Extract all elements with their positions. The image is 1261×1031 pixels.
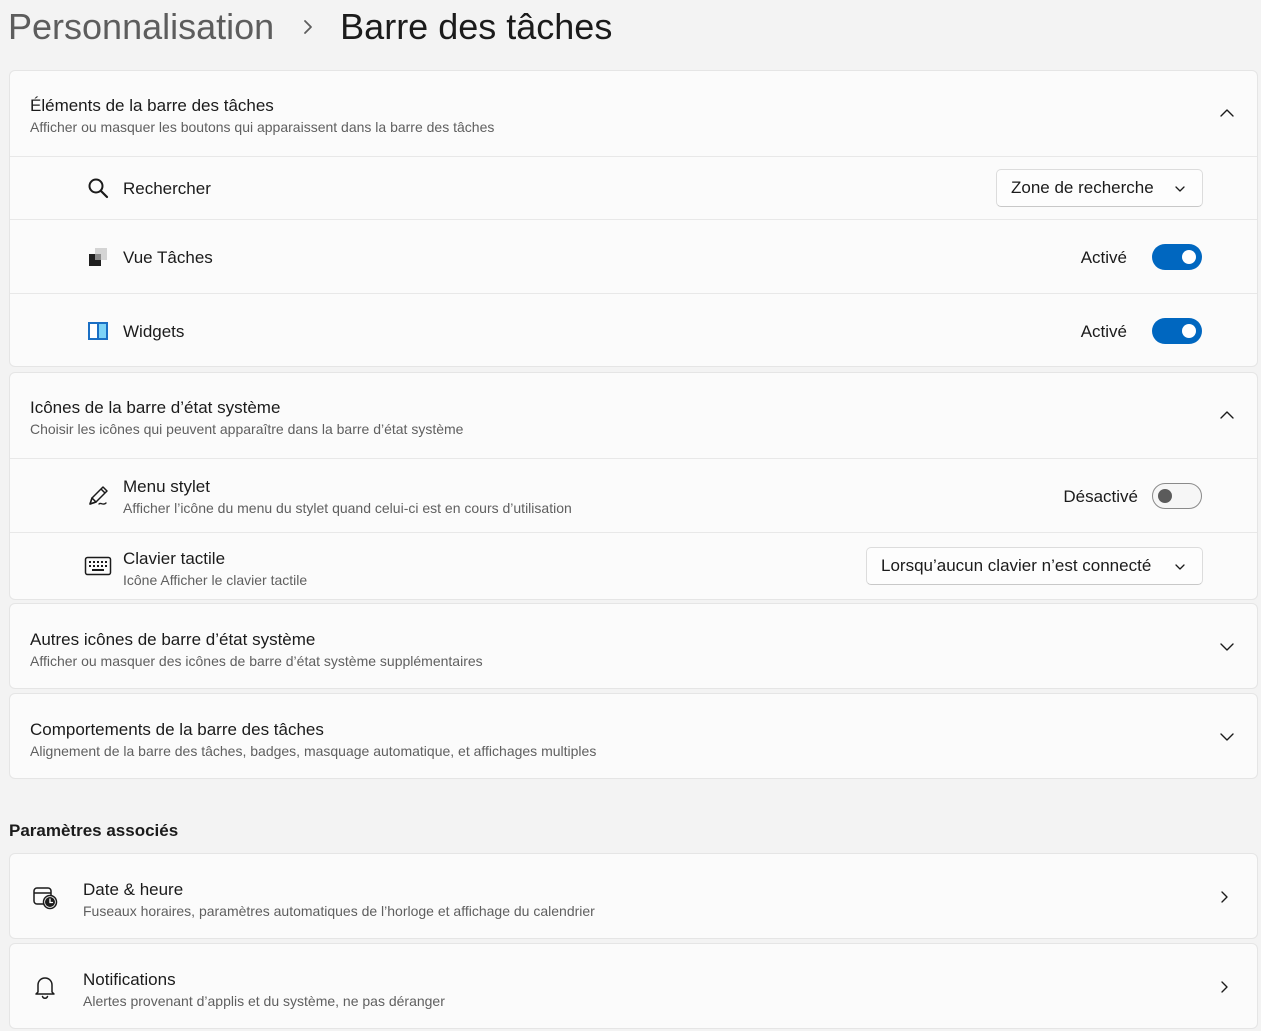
touch-keyboard-row: Clavier tactile Icône Afficher le clavie… bbox=[10, 532, 1257, 599]
other-tray-icons-card[interactable]: Autres icônes de barre d’état système Af… bbox=[9, 603, 1258, 689]
tray-icons-header[interactable]: Icônes de la barre d’état système Choisi… bbox=[10, 373, 1257, 458]
search-row: Rechercher Zone de recherche bbox=[10, 156, 1257, 220]
search-mode-dropdown[interactable]: Zone de recherche bbox=[996, 169, 1203, 207]
pen-menu-row: Menu stylet Afficher l’icône du menu du … bbox=[10, 458, 1257, 533]
related-settings-heading: Paramètres associés bbox=[9, 821, 179, 840]
date-time-subtitle: Fuseaux horaires, paramètres automatique… bbox=[83, 903, 595, 919]
pen-menu-toggle[interactable] bbox=[1152, 483, 1202, 509]
chevron-down-icon bbox=[1174, 561, 1186, 573]
taskbar-behaviors-title: Comportements de la barre des tâches bbox=[30, 720, 324, 739]
date-time-link[interactable]: Date & heure Fuseaux horaires, paramètre… bbox=[9, 853, 1258, 939]
page-title: Barre des tâches bbox=[340, 6, 613, 47]
chevron-down-icon[interactable] bbox=[1219, 729, 1235, 745]
widgets-icon bbox=[86, 319, 110, 343]
taskbar-items-card: Éléments de la barre des tâches Afficher… bbox=[9, 70, 1258, 367]
chevron-right-icon bbox=[1217, 980, 1231, 994]
breadcrumb-parent[interactable]: Personnalisation bbox=[8, 6, 274, 48]
tray-icons-card: Icônes de la barre d’état système Choisi… bbox=[9, 372, 1258, 600]
chevron-right-icon bbox=[1217, 890, 1231, 904]
touch-keyboard-dropdown[interactable]: Lorsqu’aucun clavier n’est connecté bbox=[866, 547, 1203, 585]
pen-menu-label: Menu stylet bbox=[123, 477, 210, 496]
date-time-title: Date & heure bbox=[83, 880, 184, 899]
taskview-row: Vue Tâches Activé bbox=[10, 219, 1257, 294]
widgets-row: Widgets Activé bbox=[10, 293, 1257, 366]
notifications-subtitle: Alertes provenant d’applis et du système… bbox=[83, 993, 445, 1009]
taskbar-behaviors-card[interactable]: Comportements de la barre des tâches Ali… bbox=[9, 693, 1258, 779]
chevron-down-icon bbox=[1174, 183, 1186, 195]
chevron-up-icon[interactable] bbox=[1219, 105, 1235, 121]
tray-icons-subtitle: Choisir les icônes qui peuvent apparaîtr… bbox=[30, 421, 464, 437]
touch-keyboard-value: Lorsqu’aucun clavier n’est connecté bbox=[881, 556, 1152, 575]
taskbar-items-header[interactable]: Éléments de la barre des tâches Afficher… bbox=[10, 71, 1257, 156]
keyboard-icon bbox=[84, 554, 112, 578]
tray-icons-title: Icônes de la barre d’état système bbox=[30, 398, 281, 417]
breadcrumb: Personnalisation Barre des tâches bbox=[8, 4, 612, 50]
widgets-toggle[interactable] bbox=[1152, 318, 1202, 344]
touch-keyboard-label: Clavier tactile bbox=[123, 549, 226, 568]
calendar-clock-icon bbox=[32, 884, 58, 910]
taskview-state: Activé bbox=[1080, 248, 1127, 267]
notifications-link[interactable]: Notifications Alertes provenant d’applis… bbox=[9, 943, 1258, 1029]
search-label: Rechercher bbox=[123, 179, 211, 198]
task-view-icon bbox=[86, 245, 110, 269]
chevron-right-icon bbox=[298, 17, 318, 37]
touch-keyboard-sublabel: Icône Afficher le clavier tactile bbox=[123, 572, 308, 588]
other-tray-icons-subtitle: Afficher ou masquer des icônes de barre … bbox=[30, 653, 483, 669]
widgets-label: Widgets bbox=[123, 322, 185, 341]
notifications-title: Notifications bbox=[83, 970, 176, 989]
taskbar-items-title: Éléments de la barre des tâches bbox=[30, 96, 274, 115]
chevron-down-icon[interactable] bbox=[1219, 639, 1235, 655]
search-icon bbox=[86, 176, 110, 200]
search-mode-value: Zone de recherche bbox=[1011, 178, 1154, 197]
taskview-toggle[interactable] bbox=[1152, 244, 1202, 270]
chevron-up-icon[interactable] bbox=[1219, 407, 1235, 423]
taskbar-behaviors-subtitle: Alignement de la barre des tâches, badge… bbox=[30, 743, 597, 759]
other-tray-icons-title: Autres icônes de barre d’état système bbox=[30, 630, 316, 649]
widgets-state: Activé bbox=[1080, 322, 1127, 341]
bell-icon bbox=[32, 974, 58, 1000]
taskbar-items-subtitle: Afficher ou masquer les boutons qui appa… bbox=[30, 119, 495, 135]
pen-icon bbox=[86, 484, 110, 508]
pen-menu-sublabel: Afficher l’icône du menu du stylet quand… bbox=[123, 500, 572, 516]
pen-menu-state: Désactivé bbox=[1063, 487, 1138, 506]
taskview-label: Vue Tâches bbox=[123, 248, 213, 267]
